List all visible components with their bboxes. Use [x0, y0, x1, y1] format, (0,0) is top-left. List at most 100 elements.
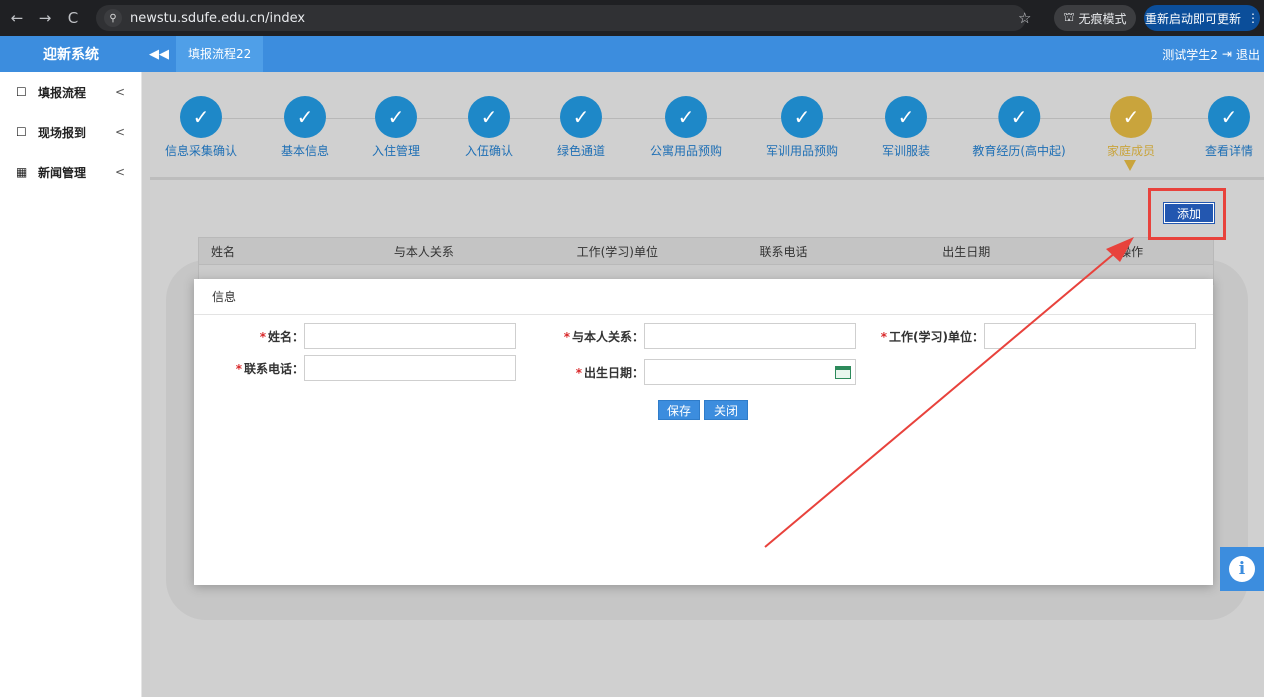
check-icon: ✓ [374, 96, 417, 138]
chevron-left-icon: < [114, 125, 125, 139]
step-label: 查看详情 [1204, 144, 1254, 158]
field-row-birth: * 出生日期： [534, 359, 856, 385]
birth-date-input[interactable] [644, 359, 856, 385]
tab-fill-process[interactable]: 填报流程22 [176, 36, 264, 72]
user-name[interactable]: 测试学生2 [1162, 46, 1218, 63]
name-input[interactable] [304, 323, 516, 349]
window-icon: ☐ [16, 85, 27, 99]
work-label: * 工作(学习)单位： [880, 329, 984, 344]
step-label: 公寓用品预购 [649, 144, 723, 158]
check-icon: ✓ [884, 96, 927, 138]
bookmark-star-icon[interactable]: ☆ [1018, 9, 1031, 27]
user-area: 测试学生2 ⇥ 退出 [1162, 36, 1260, 72]
family-table-header: 姓名 与本人关系 工作(学习)单位 联系电话 出生日期 操作 [198, 237, 1214, 265]
site-settings-icon[interactable]: ⚲ [104, 9, 122, 27]
column-header: 姓名 [211, 244, 236, 259]
step-label: 军训服装 [881, 144, 931, 158]
browser-toolbar: ← → C ⚲ newstu.sdufe.edu.cn/index ☆ ⛫ 无痕… [0, 0, 1264, 36]
reload-icon[interactable]: C [62, 9, 84, 27]
column-header: 出生日期 [942, 244, 991, 259]
back-icon[interactable]: ← [6, 9, 28, 27]
check-icon: ✓ [780, 96, 823, 138]
step-label: 家庭成员 [1106, 144, 1156, 158]
check-icon: ✓ [664, 96, 707, 138]
sidebar-item-label: 填报流程 [38, 85, 87, 100]
sidebar-item-label: 现场报到 [38, 125, 87, 140]
step-info-confirm[interactable]: ✓ 信息采集确认 [165, 96, 237, 159]
sidebar-item-fill-process[interactable]: ☐ 填报流程 < [0, 72, 141, 112]
step-view-details[interactable]: ✓ 查看详情 [1205, 96, 1253, 159]
calendar-icon[interactable] [835, 366, 851, 379]
step-label: 绿色通道 [556, 144, 606, 158]
relaunch-update-button[interactable]: 重新启动即可更新 ⋮ [1144, 5, 1260, 31]
logout-icon[interactable]: ⇥ [1222, 47, 1232, 61]
incognito-icon: ⛫ [1063, 10, 1075, 24]
address-bar[interactable]: ⚲ newstu.sdufe.edu.cn/index [96, 5, 1026, 31]
relation-label: * 与本人关系： [563, 329, 644, 344]
sidebar-item-label: 新闻管理 [38, 165, 87, 180]
chevron-left-icon: < [114, 85, 125, 99]
chevron-left-icon: < [114, 165, 125, 179]
check-icon: ✓ [1207, 96, 1250, 138]
step-enlist[interactable]: ✓ 入伍确认 [465, 96, 513, 159]
birth-label: * 出生日期： [575, 365, 644, 380]
step-education[interactable]: ✓ 教育经历(高中起) [972, 96, 1066, 159]
incognito-label: 无痕模式 [1078, 11, 1127, 26]
window-icon: ☐ [16, 125, 27, 139]
step-military-uniform[interactable]: ✓ 军训服装 [882, 96, 930, 159]
table-icon: ▦ [16, 165, 28, 179]
step-label: 信息采集确认 [164, 144, 238, 158]
check-icon: ✓ [179, 96, 222, 138]
phone-input[interactable] [304, 355, 516, 381]
update-label: 重新启动即可更新 [1144, 11, 1241, 26]
column-header: 联系电话 [759, 244, 808, 259]
work-input[interactable] [984, 323, 1196, 349]
name-label: * 姓名： [259, 329, 304, 344]
logout-link[interactable]: 退出 [1236, 46, 1260, 63]
app-brand: 迎新系统 [43, 47, 99, 63]
phone-label: * 联系电话： [235, 361, 304, 376]
sidebar-item-news[interactable]: ▦ 新闻管理 < [0, 152, 141, 192]
menu-icon: ⋮ [1247, 11, 1259, 25]
check-icon: ✓ [283, 96, 326, 138]
check-icon: ✓ [998, 96, 1040, 138]
check-icon: ✓ [1109, 96, 1152, 138]
info-float-button[interactable]: i [1220, 547, 1264, 591]
step-dorm[interactable]: ✓ 入住管理 [372, 96, 420, 159]
step-military-supplies[interactable]: ✓ 军训用品预购 [766, 96, 838, 159]
relation-input[interactable] [644, 323, 856, 349]
app-header: 迎新系统 ◀◀ 填报流程22 测试学生2 ⇥ 退出 [0, 36, 1264, 72]
sidebar: ☐ 填报流程 < ☐ 现场报到 < ▦ 新闻管理 < [0, 72, 142, 697]
step-dorm-supplies[interactable]: ✓ 公寓用品预购 [650, 96, 722, 159]
incognito-indicator[interactable]: ⛫ 无痕模式 [1054, 5, 1136, 31]
family-member-dialog: 信息 * 姓名： * 与本人关系： * 工作(学习)单位： * 联系电话： * 出生日期：… [194, 279, 1213, 585]
step-basic-info[interactable]: ✓ 基本信息 [281, 96, 329, 159]
save-button[interactable]: 保存 [658, 400, 700, 420]
step-label: 入伍确认 [464, 144, 514, 158]
close-button[interactable]: 关闭 [704, 400, 748, 420]
forward-icon[interactable]: → [34, 9, 56, 27]
check-icon: ✓ [559, 96, 602, 138]
step-label: 基本信息 [280, 144, 330, 158]
url-text[interactable]: newstu.sdufe.edu.cn/index [130, 11, 305, 26]
step-label: 入住管理 [371, 144, 421, 158]
step-label: 军训用品预购 [765, 144, 839, 158]
collapse-sidebar-icon[interactable]: ◀◀ [142, 47, 176, 62]
field-row-name: * 姓名： [214, 323, 516, 349]
info-icon: i [1229, 556, 1255, 582]
dialog-title: 信息 [194, 279, 1213, 315]
step-green-channel[interactable]: ✓ 绿色通道 [557, 96, 605, 159]
column-header: 操作 [1119, 244, 1144, 259]
field-row-relation: * 与本人关系： [534, 323, 856, 349]
step-label: 教育经历(高中起) [972, 144, 1066, 158]
column-header: 工作(学习)单位 [576, 244, 658, 259]
add-button[interactable]: 添加 [1163, 202, 1215, 224]
sidebar-item-onsite-checkin[interactable]: ☐ 现场报到 < [0, 112, 141, 152]
current-step-arrow-icon [1124, 160, 1136, 171]
process-steps: ✓ 信息采集确认 ✓ 基本信息 ✓ 入住管理 ✓ 入伍确认 ✓ 绿色通道 ✓ 公… [150, 80, 1264, 180]
check-icon: ✓ [467, 96, 510, 138]
field-row-phone: * 联系电话： [214, 355, 516, 381]
column-header: 与本人关系 [393, 244, 454, 259]
field-row-work: * 工作(学习)单位： [864, 323, 1196, 349]
step-family-members[interactable]: ✓ 家庭成员 [1107, 96, 1155, 159]
